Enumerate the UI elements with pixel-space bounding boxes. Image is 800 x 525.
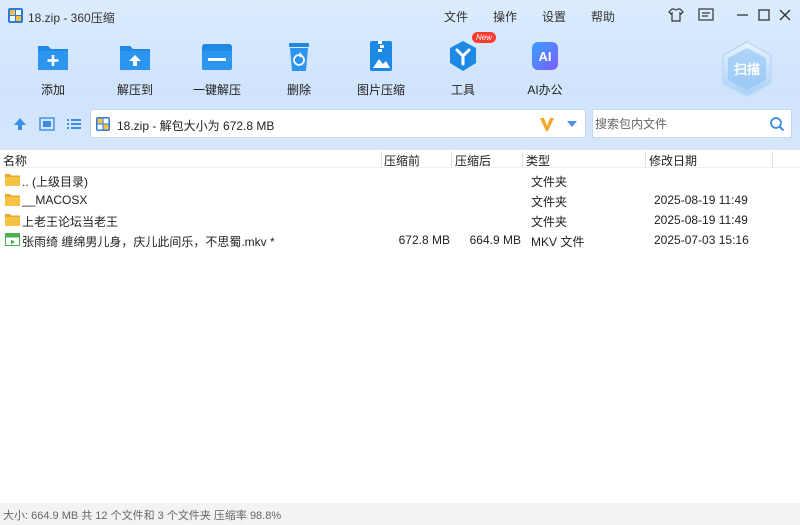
thumbnail-view-icon[interactable]	[39, 116, 55, 132]
table-row[interactable]: 张雨绮 缠绵男儿身，庆儿此间乐，不思蜀.mkv * 672.8 MB 664.9…	[0, 230, 800, 250]
extract-to-icon	[120, 46, 150, 70]
table-row[interactable]: .. (上级目录) 文件夹	[0, 170, 800, 190]
menu-file[interactable]: 文件	[444, 8, 468, 25]
col-compressed-after[interactable]: 压缩后	[455, 152, 491, 169]
ai-office-icon: AI	[532, 42, 558, 70]
folder-icon	[5, 214, 20, 226]
col-divider[interactable]	[522, 151, 523, 167]
one-click-extract-button[interactable]: 一键解压	[182, 38, 252, 98]
address-dropdown-icon[interactable]	[567, 121, 577, 127]
ai-office-label: AI办公	[527, 83, 563, 97]
address-path: 18.zip - 解包大小为 672.8 MB	[117, 119, 275, 133]
delete-button[interactable]: 删除	[264, 38, 334, 98]
up-arrow-icon[interactable]	[12, 116, 28, 132]
one-click-extract-icon	[202, 44, 232, 70]
delete-label: 删除	[286, 83, 311, 97]
menu-operate[interactable]: 操作	[493, 8, 517, 25]
app-logo-icon	[8, 8, 23, 23]
file-size-before: 672.8 MB	[398, 233, 450, 247]
col-divider[interactable]	[451, 151, 452, 167]
file-name: 上老王论坛当老王	[22, 215, 119, 229]
add-label: 添加	[40, 83, 65, 97]
status-text: 大小: 664.9 MB 共 12 个文件和 3 个文件夹 压缩率 98.8%	[3, 510, 282, 522]
extract-to-label: 解压到	[116, 83, 153, 97]
scan-button[interactable]: 扫描	[718, 40, 776, 98]
window-title: 18.zip - 360压缩	[28, 11, 115, 25]
file-name: .. (上级目录)	[22, 175, 88, 189]
scan-label: 扫描	[734, 62, 760, 77]
tools-label: 工具	[450, 83, 475, 97]
file-type: MKV 文件	[531, 235, 585, 249]
col-name[interactable]: 名称	[3, 152, 27, 169]
file-type: 文件夹	[531, 175, 568, 189]
folder-icon	[5, 194, 20, 206]
menu-settings[interactable]: 设置	[542, 8, 566, 25]
table-row[interactable]: 上老王论坛当老王 文件夹 2025-08-19 11:49	[0, 210, 800, 230]
status-bar: 大小: 664.9 MB 共 12 个文件和 3 个文件夹 压缩率 98.8%	[0, 503, 800, 525]
v-logo-icon[interactable]	[539, 116, 555, 132]
archive-icon	[96, 117, 110, 131]
add-icon	[38, 46, 68, 70]
col-divider[interactable]	[645, 151, 646, 167]
list-view-icon[interactable]	[66, 116, 82, 132]
menu-help[interactable]: 帮助	[591, 8, 615, 25]
file-modified: 2025-08-19 11:49	[654, 193, 748, 207]
image-compress-icon	[370, 41, 392, 71]
extract-to-button[interactable]: 解压到	[100, 38, 170, 98]
skin-shirt-icon[interactable]	[667, 6, 685, 24]
feedback-icon[interactable]	[697, 6, 715, 24]
one-click-extract-label: 一键解压	[192, 83, 241, 97]
col-compressed-before[interactable]: 压缩前	[384, 152, 420, 169]
top-panel: 18.zip - 360压缩 文件 操作 设置 帮助 添加 解压到 一键解压 删…	[0, 0, 800, 150]
search-input[interactable]	[595, 114, 760, 134]
close-icon[interactable]	[776, 6, 794, 24]
tools-button[interactable]: New 工具	[428, 32, 498, 98]
address-bar[interactable]: 18.zip - 解包大小为 672.8 MB	[90, 109, 586, 138]
search-box[interactable]	[592, 109, 792, 138]
file-modified: 2025-08-19 11:49	[654, 213, 748, 227]
maximize-icon[interactable]	[755, 6, 773, 24]
tools-icon	[450, 41, 476, 71]
ai-icon-text: AI	[539, 49, 552, 64]
col-type[interactable]: 类型	[526, 152, 550, 169]
file-name: __MACOSX	[22, 193, 88, 207]
folder-icon	[5, 174, 20, 186]
delete-icon	[289, 43, 309, 71]
col-divider[interactable]	[772, 151, 773, 167]
file-name: 张雨绮 缠绵男儿身，庆儿此间乐，不思蜀.mkv *	[22, 235, 275, 249]
title-bar: 18.zip - 360压缩 文件 操作 设置 帮助	[0, 0, 800, 30]
ai-office-button[interactable]: AI AI办公	[510, 38, 580, 98]
new-badge: New	[472, 32, 497, 43]
file-size-after: 664.9 MB	[469, 233, 521, 247]
image-compress-label: 图片压缩	[356, 83, 405, 97]
image-compress-button[interactable]: 图片压缩	[346, 38, 416, 98]
search-icon[interactable]	[769, 116, 785, 132]
minimize-icon[interactable]	[734, 6, 752, 24]
video-file-icon	[5, 233, 20, 246]
col-divider[interactable]	[381, 151, 382, 167]
column-header: 名称 压缩前 压缩后 类型 修改日期	[0, 150, 800, 168]
file-type: 文件夹	[531, 215, 568, 229]
file-modified: 2025-07-03 15:16	[654, 233, 749, 247]
file-type: 文件夹	[531, 195, 568, 209]
add-button[interactable]: 添加	[18, 38, 88, 98]
col-modified[interactable]: 修改日期	[649, 152, 697, 169]
table-row[interactable]: __MACOSX 文件夹 2025-08-19 11:49	[0, 190, 800, 210]
